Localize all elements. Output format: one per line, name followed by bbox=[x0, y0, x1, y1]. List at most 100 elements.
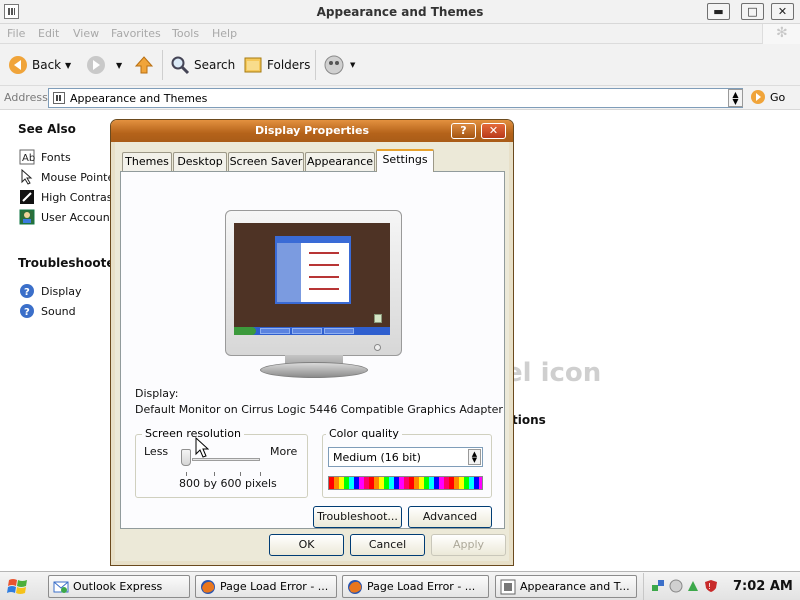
up-folder-button[interactable] bbox=[134, 52, 154, 78]
maximize-button[interactable]: □ bbox=[741, 3, 764, 20]
ok-button[interactable]: OK bbox=[269, 534, 344, 556]
back-button[interactable]: Back bbox=[8, 52, 61, 78]
address-value: Appearance and Themes bbox=[70, 92, 208, 105]
address-label: Address bbox=[4, 91, 48, 104]
forward-history-dropdown[interactable]: ▼ bbox=[116, 52, 122, 78]
go-button[interactable]: Go bbox=[750, 89, 785, 105]
see-also-fonts-label: Fonts bbox=[41, 150, 71, 164]
outlook-express-icon bbox=[53, 581, 69, 593]
user-account-icon bbox=[19, 209, 35, 225]
see-also-user-account-label: User Account bbox=[41, 210, 114, 224]
see-also-heading: See Also bbox=[18, 122, 76, 136]
start-button[interactable] bbox=[4, 576, 32, 598]
clock: 7:02 AM bbox=[733, 579, 793, 594]
windows-throbber-icon bbox=[762, 24, 800, 44]
dialog-help-button[interactable]: ? bbox=[451, 123, 476, 139]
mouse-cursor-icon bbox=[195, 437, 209, 458]
background-subheading-fragment: tions bbox=[512, 413, 546, 427]
connection-icon[interactable] bbox=[686, 579, 700, 593]
high-contrast-icon bbox=[19, 189, 35, 205]
see-also-user-account[interactable]: User Account bbox=[19, 209, 114, 225]
forward-button[interactable] bbox=[86, 52, 106, 78]
slider-tick bbox=[260, 472, 261, 476]
desktop-preview-screen bbox=[234, 223, 390, 335]
address-input[interactable]: Appearance and Themes bbox=[48, 88, 743, 108]
slider-tick bbox=[240, 472, 241, 476]
back-label: Back bbox=[32, 58, 62, 72]
see-also-mouse-pointer[interactable]: Mouse Pointer bbox=[19, 168, 119, 185]
close-button[interactable]: ✕ bbox=[771, 3, 794, 20]
help-icon: ? bbox=[19, 303, 35, 319]
folders-button[interactable]: Folders bbox=[243, 52, 310, 78]
security-shield-icon[interactable]: ! bbox=[704, 579, 718, 593]
display-properties-dialog: Display Properties ? ✕ Themes Desktop Sc… bbox=[110, 119, 514, 566]
tab-desktop[interactable]: Desktop bbox=[173, 152, 227, 171]
toolbar-separator bbox=[315, 50, 316, 80]
taskbar-item-label: Appearance and T... bbox=[520, 580, 630, 593]
system-tray: ! 7:02 AM bbox=[643, 573, 800, 600]
troubleshooter-sound[interactable]: ? Sound bbox=[19, 303, 76, 319]
control-panel-icon bbox=[500, 579, 516, 594]
menu-view[interactable]: View bbox=[73, 27, 99, 40]
color-quality-group: Color quality Medium (16 bit) ▲ ▼ bbox=[322, 427, 492, 498]
see-also-high-contrast[interactable]: High Contrast bbox=[19, 189, 117, 205]
see-also-high-contrast-label: High Contrast bbox=[41, 190, 117, 204]
go-label: Go bbox=[770, 90, 786, 104]
monitor-base bbox=[260, 362, 368, 378]
explorer-titlebar: Appearance and Themes ▬ □ ✕ bbox=[0, 0, 800, 24]
dropdown-arrow-icon: ▼ bbox=[350, 61, 356, 69]
search-icon bbox=[171, 56, 190, 75]
search-button[interactable]: Search bbox=[170, 52, 235, 78]
monitor-power-light bbox=[374, 344, 381, 351]
taskbar-item-page-load-error-2[interactable]: Page Load Error - ... bbox=[342, 575, 489, 598]
see-also-fonts[interactable]: Ab Fonts bbox=[19, 149, 71, 165]
search-label: Search bbox=[194, 58, 236, 72]
folders-icon bbox=[244, 57, 262, 73]
up-arrow-icon bbox=[134, 56, 154, 74]
menu-bar: File Edit View Favorites Tools Help bbox=[0, 24, 800, 44]
color-quality-select[interactable]: Medium (16 bit) ▲ ▼ bbox=[328, 447, 483, 467]
resolution-slider-thumb[interactable] bbox=[181, 449, 191, 466]
back-history-dropdown[interactable]: ▼ bbox=[65, 52, 71, 78]
display-device-name: Default Monitor on Cirrus Logic 5446 Com… bbox=[135, 403, 503, 416]
color-quality-spectrum bbox=[328, 476, 483, 490]
advanced-button[interactable]: Advanced bbox=[408, 506, 492, 528]
svg-text:!: ! bbox=[708, 582, 711, 591]
help-icon: ? bbox=[19, 283, 35, 299]
resolution-value: 800 by 600 pixels bbox=[179, 477, 277, 490]
color-quality-selected: Medium (16 bit) bbox=[333, 451, 421, 464]
resolution-less-label: Less bbox=[144, 445, 169, 458]
address-dropdown-button[interactable]: ▲ ▼ bbox=[728, 89, 743, 107]
tab-themes[interactable]: Themes bbox=[122, 152, 172, 171]
minimize-button[interactable]: ▬ bbox=[707, 3, 730, 20]
menu-favorites[interactable]: Favorites bbox=[111, 27, 161, 40]
display-label: Display: bbox=[135, 387, 179, 400]
menu-edit[interactable]: Edit bbox=[38, 27, 59, 40]
tab-settings[interactable]: Settings bbox=[376, 149, 434, 172]
svg-text:?: ? bbox=[24, 287, 30, 298]
fonts-icon: Ab bbox=[19, 149, 35, 165]
taskbar-item-page-load-error-1[interactable]: Page Load Error - ... bbox=[195, 575, 337, 598]
taskbar-item-appearance-and-themes[interactable]: Appearance and T... bbox=[495, 575, 637, 598]
folders-label: Folders bbox=[267, 58, 311, 72]
troubleshooter-sound-label: Sound bbox=[41, 304, 76, 318]
resolution-more-label: More bbox=[270, 445, 298, 458]
messenger-icon[interactable] bbox=[669, 579, 683, 593]
go-arrow-icon bbox=[751, 90, 765, 104]
troubleshoot-button[interactable]: Troubleshoot... bbox=[313, 506, 402, 528]
taskbar-item-label: Outlook Express bbox=[73, 580, 163, 593]
tab-screen-saver[interactable]: Screen Saver bbox=[228, 152, 304, 171]
cancel-button[interactable]: Cancel bbox=[350, 534, 425, 556]
menu-help[interactable]: Help bbox=[212, 27, 237, 40]
menu-file[interactable]: File bbox=[7, 27, 25, 40]
menu-tools[interactable]: Tools bbox=[172, 27, 199, 40]
dialog-close-button[interactable]: ✕ bbox=[481, 123, 506, 139]
troubleshooter-display[interactable]: ? Display bbox=[19, 283, 82, 299]
network-icon[interactable] bbox=[651, 579, 665, 593]
troubleshooter-display-label: Display bbox=[41, 284, 82, 298]
apply-button[interactable]: Apply bbox=[431, 534, 506, 556]
tab-appearance[interactable]: Appearance bbox=[305, 152, 375, 171]
views-button[interactable]: ▼ bbox=[324, 52, 355, 78]
color-quality-label: Color quality bbox=[326, 427, 402, 440]
taskbar-item-outlook-express[interactable]: Outlook Express bbox=[48, 575, 190, 598]
